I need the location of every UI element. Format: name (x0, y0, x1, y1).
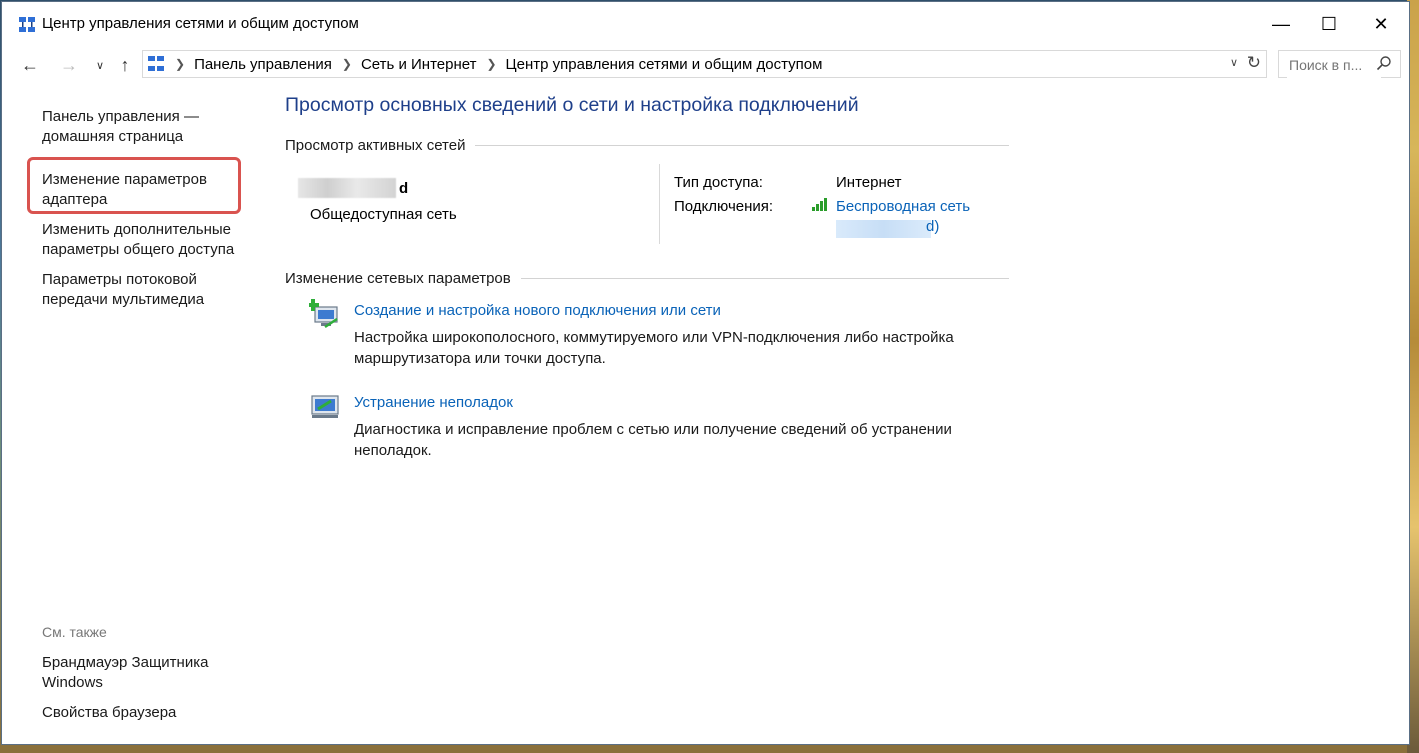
main-content: Просмотр основных сведений о сети и наст… (285, 84, 1409, 744)
chevron-right-icon[interactable]: ❯ (486, 57, 496, 71)
address-dropdown-icon[interactable]: ∨ (1230, 56, 1238, 69)
connection-link-tail[interactable]: d) (926, 218, 939, 235)
access-type-label: Тип доступа: (674, 174, 763, 191)
chevron-down-icon[interactable]: ∨ (88, 54, 112, 76)
maximize-button[interactable]: ☐ (1305, 2, 1353, 46)
window-title: Центр управления сетями и общим доступом (42, 15, 359, 32)
sidebar-item-media-streaming[interactable]: Параметры потоковой передачи мультимедиа (42, 270, 252, 310)
network-center-window: Центр управления сетями и общим доступом… (1, 1, 1410, 745)
title-bar: Центр управления сетями и общим доступом… (2, 2, 1409, 46)
change-settings-header-label: Изменение сетевых параметров (285, 270, 511, 287)
search-input[interactable] (1287, 52, 1381, 78)
sidebar-item-browser-properties[interactable]: Свойства браузера (42, 703, 252, 723)
sidebar-item-sharing-settings[interactable]: Изменить дополнительные параметры общего… (42, 220, 252, 260)
new-connection-icon (309, 299, 338, 329)
access-type-value: Интернет (836, 174, 902, 191)
arrow-up-icon[interactable]: ↑ (113, 54, 137, 76)
troubleshoot-description: Диагностика и исправление проблем с сеть… (354, 421, 952, 459)
chevron-right-icon[interactable]: ❯ (342, 57, 352, 71)
troubleshoot-icon (311, 395, 339, 418)
connection-name-redacted (836, 220, 931, 238)
network-location-icon (148, 56, 164, 71)
new-connection-description: Настройка широкополосного, коммутируемог… (354, 329, 954, 367)
sidebar-item-home[interactable]: Панель управления — домашняя страница (42, 107, 252, 147)
divider (520, 278, 1009, 279)
breadcrumb-control-panel[interactable]: Панель управления (194, 56, 332, 73)
connections-label: Подключения: (674, 198, 774, 215)
search-box[interactable] (1278, 50, 1401, 78)
sidebar-item-firewall[interactable]: Брандмауэр Защитника Windows (42, 653, 252, 693)
sidebar: Панель управления — домашняя страница Из… (2, 84, 272, 744)
network-name: d (399, 180, 409, 197)
see-also-heading: См. также (42, 624, 107, 640)
network-name-redacted (298, 178, 396, 198)
vertical-divider (659, 164, 660, 244)
close-button[interactable]: ✕ (1357, 2, 1405, 46)
address-bar[interactable]: ❯ Панель управления ❯ Сеть и Интернет ❯ … (142, 50, 1267, 78)
search-icon[interactable] (1376, 55, 1392, 71)
connection-link[interactable]: Беспроводная сеть (836, 198, 970, 215)
chevron-right-icon[interactable]: ❯ (175, 57, 185, 71)
breadcrumb-network-internet[interactable]: Сеть и Интернет (361, 56, 477, 73)
breadcrumb-network-center[interactable]: Центр управления сетями и общим доступом (506, 56, 823, 73)
network-app-icon (19, 17, 35, 32)
active-networks-header: Просмотр активных сетей (285, 137, 1009, 154)
active-networks-header-label: Просмотр активных сетей (285, 137, 466, 154)
network-type: Общедоступная сеть (310, 206, 457, 223)
minimize-button[interactable]: — (1257, 2, 1305, 46)
sidebar-item-adapter-settings[interactable]: Изменение параметров адаптера (42, 170, 252, 210)
new-connection-link[interactable]: Создание и настройка нового подключения … (354, 302, 721, 319)
troubleshoot-link[interactable]: Устранение неполадок (354, 394, 513, 411)
divider (475, 145, 1009, 146)
arrow-left-icon[interactable]: ← (18, 54, 42, 76)
wifi-signal-icon (812, 198, 827, 211)
page-title: Просмотр основных сведений о сети и наст… (285, 94, 859, 116)
refresh-icon[interactable]: ↻ (1247, 53, 1261, 73)
change-settings-header: Изменение сетевых параметров (285, 270, 1009, 287)
arrow-right-icon[interactable]: → (57, 54, 81, 76)
navigation-bar: ← → ∨ ↑ ❯ Панель управления ❯ Сеть и Инт… (2, 46, 1409, 84)
